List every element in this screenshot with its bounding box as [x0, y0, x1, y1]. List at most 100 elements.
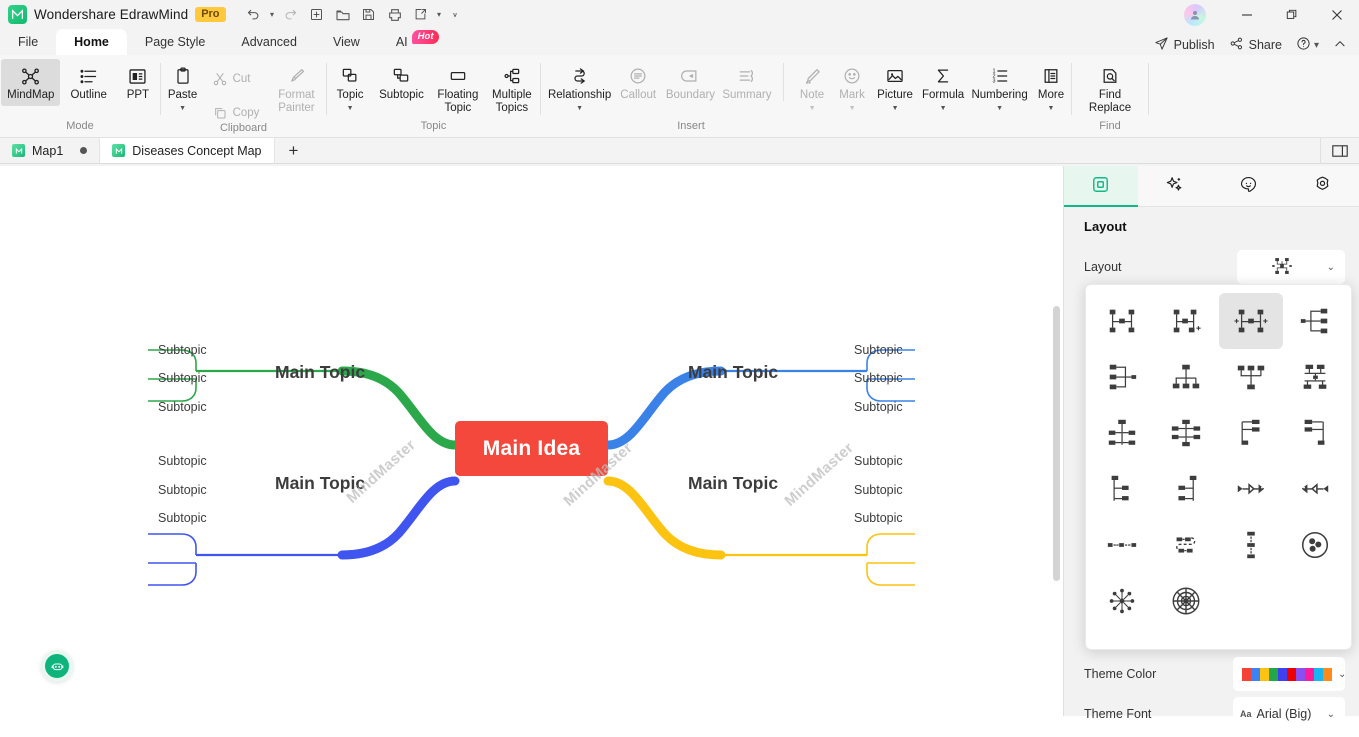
layout-option-target[interactable] — [1154, 573, 1218, 629]
relationship-dropdown-icon[interactable]: ▼ — [576, 105, 583, 112]
panel-tab-clipart[interactable] — [1212, 166, 1286, 206]
panel-tab-settings[interactable] — [1285, 166, 1359, 206]
subtopic-button[interactable]: Subtopic — [373, 59, 430, 102]
boundary-button[interactable]: Boundary — [662, 59, 718, 102]
tab-advanced[interactable]: Advanced — [223, 29, 315, 55]
layout-option-snake-timeline[interactable] — [1154, 517, 1218, 573]
collapse-ribbon-button[interactable] — [1333, 37, 1347, 54]
layout-option-circular-group[interactable] — [1283, 517, 1347, 573]
avatar[interactable] — [1184, 3, 1206, 26]
doc-tab-diseases-concept-map[interactable]: Diseases Concept Map — [100, 138, 275, 163]
copy-button[interactable]: Copy — [206, 97, 266, 129]
mindmap-subtopic[interactable]: Subtopic — [854, 400, 903, 414]
cut-button[interactable]: Cut — [206, 63, 266, 95]
mark-button[interactable]: Mark ▼ — [832, 59, 872, 112]
mindmap-main-topic[interactable]: Main Topic — [688, 362, 778, 383]
tab-home[interactable]: Home — [56, 29, 127, 55]
publish-button[interactable]: Publish — [1154, 36, 1215, 54]
tab-file[interactable]: File — [0, 29, 56, 55]
help-dropdown-icon[interactable]: ▾ — [1314, 40, 1319, 51]
callout-button[interactable]: Callout — [614, 59, 662, 102]
picture-button[interactable]: Picture ▼ — [872, 59, 918, 112]
layout-option-vertical-timeline[interactable] — [1219, 517, 1283, 573]
layout-option-downward-tree[interactable] — [1154, 349, 1218, 405]
layout-option-fishbone-left[interactable] — [1283, 461, 1347, 517]
format-painter-button[interactable]: Format Painter — [267, 59, 325, 115]
formula-button[interactable]: Formula ▼ — [918, 59, 968, 112]
maximize-button[interactable] — [1269, 0, 1314, 29]
minimize-button[interactable] — [1224, 0, 1269, 29]
layout-option-right-logic[interactable] — [1219, 405, 1283, 461]
chevron-down-icon[interactable]: ⌄ — [1338, 669, 1346, 680]
tab-ai[interactable]: AI Hot — [378, 29, 446, 55]
note-button[interactable]: Note ▼ — [792, 59, 832, 112]
mindmap-subtopic[interactable]: Subtopic — [854, 511, 903, 525]
export-dropdown-icon[interactable]: ▾ — [435, 10, 444, 19]
paste-dropdown-icon[interactable]: ▼ — [179, 105, 186, 112]
mindmap-subtopic[interactable]: Subtopic — [854, 371, 903, 385]
numbering-button[interactable]: 1 2 3 Numbering ▼ — [968, 59, 1031, 112]
panel-tab-layout[interactable] — [1064, 166, 1138, 207]
layout-option-horizontal-split[interactable] — [1283, 349, 1347, 405]
layout-option-fishbone-right[interactable] — [1219, 461, 1283, 517]
mindmap-subtopic[interactable]: Subtopic — [158, 400, 207, 414]
mindmap-subtopic[interactable]: Subtopic — [158, 483, 207, 497]
theme-font-select[interactable]: Aa Arial (Big) ⌄ — [1233, 697, 1345, 731]
undo-icon[interactable] — [242, 4, 266, 26]
mode-outline-button[interactable]: Outline — [64, 59, 112, 102]
picture-dropdown-icon[interactable]: ▼ — [892, 105, 899, 112]
numbering-dropdown-icon[interactable]: ▼ — [996, 105, 1003, 112]
mindmap-subtopic[interactable]: Subtopic — [158, 371, 207, 385]
layout-option-upward-tree[interactable] — [1219, 349, 1283, 405]
mindmap-subtopic[interactable]: Subtopic — [158, 343, 207, 357]
panel-tab-ai[interactable] — [1138, 166, 1212, 206]
layout-option-vertical-balance[interactable] — [1090, 405, 1154, 461]
redo-icon[interactable] — [279, 4, 303, 26]
tab-view[interactable]: View — [315, 29, 378, 55]
mindmap-subtopic[interactable]: Subtopic — [854, 343, 903, 357]
floating-topic-button[interactable]: Floating Topic — [432, 59, 484, 115]
share-button[interactable]: Share — [1229, 36, 1282, 54]
mindmap-subtopic[interactable]: Subtopic — [158, 454, 207, 468]
formula-dropdown-icon[interactable]: ▼ — [940, 105, 947, 112]
more-dropdown-icon[interactable]: ▼ — [1048, 105, 1055, 112]
mode-mindmap-button[interactable]: MindMap — [1, 59, 61, 106]
new-icon[interactable] — [305, 4, 329, 26]
theme-color-select[interactable]: ⌄ — [1233, 657, 1346, 691]
mark-dropdown-icon[interactable]: ▼ — [849, 105, 856, 112]
mindmap-main-topic[interactable]: Main Topic — [275, 362, 365, 383]
layout-option-org-chart-plus[interactable] — [1154, 293, 1218, 349]
layout-option-left-logic[interactable] — [1283, 405, 1347, 461]
more-button[interactable]: More ▼ — [1031, 59, 1071, 112]
layout-option-radial[interactable] — [1090, 573, 1154, 629]
ai-assistant-button[interactable] — [41, 650, 73, 682]
customize-qat-icon[interactable]: ⩛ — [451, 10, 460, 20]
mindmap-main-topic[interactable]: Main Topic — [688, 473, 778, 494]
canvas-vertical-scrollbar[interactable] — [1053, 306, 1060, 581]
panel-toggle-icon[interactable] — [1320, 138, 1359, 164]
topic-button[interactable]: Topic ▼ — [329, 59, 371, 112]
export-icon[interactable] — [409, 4, 433, 26]
mindmap-subtopic[interactable]: Subtopic — [854, 483, 903, 497]
tab-page-style[interactable]: Page Style — [127, 29, 223, 55]
mindmap-subtopic[interactable]: Subtopic — [158, 511, 207, 525]
find-replace-button[interactable]: Find Replace — [1079, 59, 1141, 115]
layout-option-bracket-right[interactable] — [1090, 461, 1154, 517]
open-icon[interactable] — [331, 4, 355, 26]
mindmap-subtopic[interactable]: Subtopic — [854, 454, 903, 468]
topic-dropdown-icon[interactable]: ▼ — [347, 105, 354, 112]
multiple-topics-button[interactable]: Multiple Topics — [486, 59, 538, 115]
layout-option-org-chart[interactable] — [1090, 293, 1154, 349]
mindmap-main-topic[interactable]: Main Topic — [275, 473, 365, 494]
doc-tab-map1[interactable]: Map1 — [0, 138, 101, 163]
layout-option-right-tree[interactable] — [1283, 293, 1347, 349]
layout-select[interactable]: ⌄ — [1237, 250, 1345, 284]
mindmap-canvas[interactable]: Main Idea Main Topic Main Topic Main Top… — [0, 166, 1063, 716]
layout-option-left-tree[interactable] — [1090, 349, 1154, 405]
chevron-down-icon[interactable]: ⌄ — [1327, 709, 1335, 720]
help-button[interactable]: ▾ — [1296, 36, 1319, 54]
mindmap-central-node[interactable]: Main Idea — [455, 421, 608, 476]
layout-option-bracket-left[interactable] — [1154, 461, 1218, 517]
mode-ppt-button[interactable]: PPT — [117, 59, 159, 102]
note-dropdown-icon[interactable]: ▼ — [809, 105, 816, 112]
